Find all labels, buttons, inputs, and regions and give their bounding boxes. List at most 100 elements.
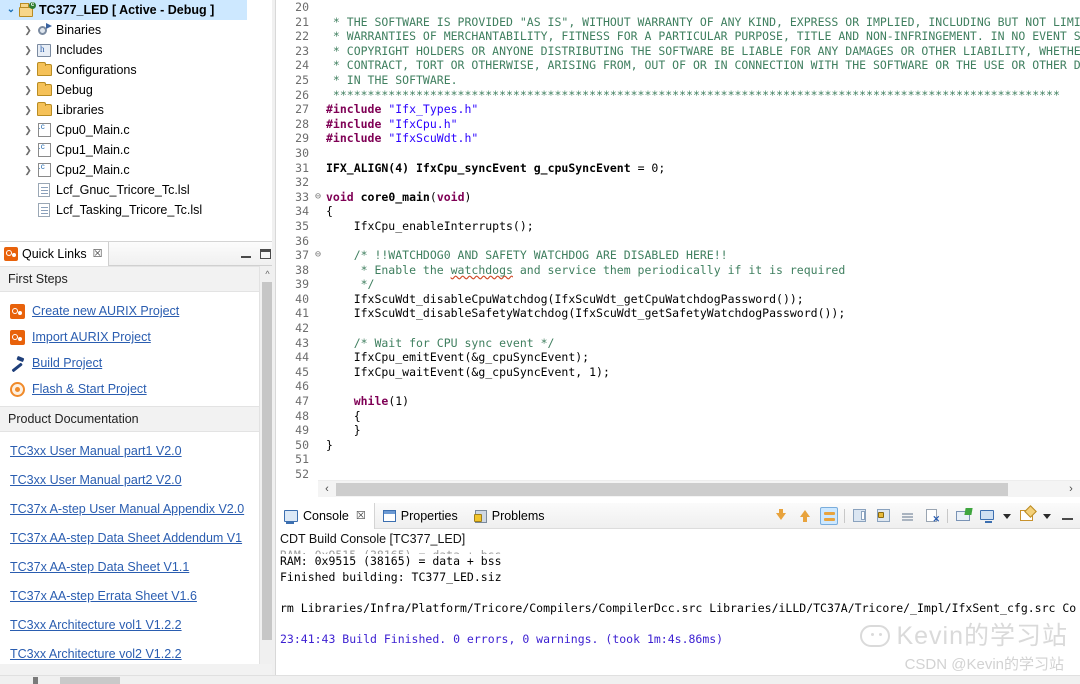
display-selected-console-dropdown[interactable] bbox=[1002, 507, 1012, 525]
project-explorer-tree[interactable]: ⌄ c TC377_LED [ Active - Debug ] ❯ Binaries ❯… bbox=[0, 0, 272, 240]
chevron-right-icon[interactable]: ❯ bbox=[21, 140, 35, 160]
chevron-right-icon[interactable]: ❯ bbox=[21, 80, 35, 100]
quick-link[interactable]: Flash & Start Project bbox=[32, 382, 147, 396]
code-line: 31 IFX_ALIGN(4) IfxCpu_syncEvent g_cpuSyn… bbox=[276, 160, 1080, 176]
quick-link[interactable]: TC37x AA-step Data Sheet Addendum V1 bbox=[10, 531, 242, 545]
fold-icon[interactable]: ⊖ bbox=[312, 248, 324, 263]
chevron-down-icon[interactable]: ⌄ bbox=[4, 0, 18, 20]
list-item[interactable]: Create new AURIX Project bbox=[10, 298, 275, 324]
line-number: 22 bbox=[276, 29, 312, 44]
code-line: 26 *************************************… bbox=[276, 87, 1080, 103]
minimize-icon[interactable] bbox=[241, 250, 251, 258]
maximize-icon[interactable] bbox=[260, 249, 271, 259]
scroll-up-button[interactable] bbox=[796, 507, 814, 525]
chevron-right-icon[interactable]: ❯ bbox=[21, 60, 35, 80]
list-item[interactable]: TC37x A-step User Manual Appendix V2.0 bbox=[10, 494, 275, 523]
code-text: { bbox=[326, 204, 333, 219]
list-item[interactable]: Flash & Start Project bbox=[10, 376, 275, 402]
code-line: 32 bbox=[276, 175, 1080, 190]
editor-horizontal-scrollbar[interactable]: ‹ › bbox=[318, 480, 1080, 497]
code-line: 25 * IN THE SOFTWARE. bbox=[276, 72, 1080, 88]
list-item[interactable]: TC3xx User Manual part1 V2.0 bbox=[10, 436, 275, 465]
status-bar bbox=[0, 675, 1080, 684]
section-items: TC3xx User Manual part1 V2.0 TC3xx User M… bbox=[0, 432, 275, 664]
folder-icon bbox=[36, 102, 52, 116]
quick-link[interactable]: TC37x AA-step Data Sheet V1.1 bbox=[10, 560, 189, 574]
list-item[interactable]: Import AURIX Project bbox=[10, 324, 275, 350]
display-selected-console-button[interactable] bbox=[978, 507, 996, 525]
quick-link[interactable]: Import AURIX Project bbox=[32, 330, 151, 344]
list-item[interactable]: TC3xx Architecture vol1 V1.2.2 bbox=[10, 610, 275, 639]
wrap-lines-button[interactable] bbox=[899, 507, 917, 525]
fold-icon[interactable]: ⊖ bbox=[312, 190, 324, 205]
code-text: IfxCpu_waitEvent(&g_cpuSyncEvent, 1); bbox=[326, 364, 610, 379]
chevron-right-icon[interactable]: ❯ bbox=[21, 100, 35, 120]
tab-label: Properties bbox=[400, 508, 458, 523]
tree-item-label: Lcf_Gnuc_Tricore_Tc.lsl bbox=[56, 183, 190, 197]
console-output[interactable]: RAM: 0x9515 (38165) = data + bssRAM: 0x9… bbox=[276, 548, 1080, 684]
section-header-product-documentation[interactable]: Product Documentation« bbox=[0, 406, 275, 432]
quick-link[interactable]: TC3xx Architecture vol2 V1.2.2 bbox=[10, 647, 182, 661]
chevron-right-icon[interactable]: ❯ bbox=[21, 120, 35, 140]
tree-item-debug[interactable]: ❯ Debug bbox=[0, 80, 272, 100]
quick-link[interactable]: TC3xx User Manual part1 V2.0 bbox=[10, 444, 182, 458]
tree-item-libraries[interactable]: ❯ Libraries bbox=[0, 100, 272, 120]
chevron-right-icon[interactable]: ❯ bbox=[21, 40, 35, 60]
chevron-right-icon[interactable]: ❯ bbox=[21, 160, 35, 180]
open-console-dropdown[interactable] bbox=[1042, 507, 1052, 525]
tree-item-binaries[interactable]: ❯ Binaries bbox=[0, 20, 272, 40]
scroll-right-icon[interactable]: › bbox=[1062, 483, 1080, 495]
clear-console-button[interactable]: ✕ bbox=[923, 507, 941, 525]
code-text: * IN THE SOFTWARE. bbox=[326, 72, 458, 87]
tree-item-tc377_led[interactable]: ⌄ c TC377_LED [ Active - Debug ] bbox=[0, 0, 247, 20]
section-header-first-steps[interactable]: First Steps« bbox=[0, 266, 275, 292]
list-item[interactable]: TC3xx Architecture vol2 V1.2.2 bbox=[10, 639, 275, 664]
line-number: 30 bbox=[276, 145, 312, 161]
quick-link[interactable]: TC3xx User Manual part2 V2.0 bbox=[10, 473, 182, 487]
code-area[interactable]: 20 21 * THE SOFTWARE IS PROVIDED "AS IS",… bbox=[276, 0, 1080, 480]
tab-quick-links[interactable]: Quick Links ☒ bbox=[0, 241, 110, 266]
chevron-right-icon[interactable]: ❯ bbox=[21, 20, 35, 40]
list-item[interactable]: TC37x AA-step Data Sheet Addendum V1 bbox=[10, 523, 275, 552]
code-text: void core0_main(void) bbox=[326, 189, 472, 204]
pin-console-button[interactable] bbox=[851, 507, 869, 525]
scroll-left-icon[interactable]: ‹ bbox=[318, 483, 336, 495]
lock-console-button[interactable] bbox=[875, 507, 893, 525]
line-number: 38 bbox=[276, 262, 312, 278]
tab-problems[interactable]: Problems bbox=[466, 503, 553, 529]
list-item[interactable]: TC37x AA-step Errata Sheet V1.6 bbox=[10, 581, 275, 610]
list-item[interactable]: TC3xx User Manual part2 V2.0 bbox=[10, 465, 275, 494]
tree-item-lcf_tasking_tricore_tc[interactable]: Lcf_Tasking_Tricore_Tc.lsl bbox=[0, 200, 272, 220]
quick-link[interactable]: Build Project bbox=[32, 356, 102, 370]
tree-item-includes[interactable]: ❯ Includes bbox=[0, 40, 272, 60]
quick-link[interactable]: TC37x AA-step Errata Sheet V1.6 bbox=[10, 589, 197, 603]
list-item[interactable]: Build Project bbox=[10, 350, 275, 376]
code-editor[interactable]: 20 21 * THE SOFTWARE IS PROVIDED "AS IS",… bbox=[276, 0, 1080, 497]
scrollbar-thumb[interactable] bbox=[336, 482, 1008, 496]
tree-item-lcf_gnuc_tricore_tc[interactable]: Lcf_Gnuc_Tricore_Tc.lsl bbox=[0, 180, 272, 200]
minimize-console-button[interactable] bbox=[1058, 507, 1076, 525]
tree-item-label: TC377_LED [ Active - Debug ] bbox=[39, 3, 215, 17]
tree-item-cpu2_main[interactable]: ❯ Cpu2_Main.c bbox=[0, 160, 272, 180]
tab-console[interactable]: Console ☒ bbox=[276, 502, 375, 529]
code-line: 27 #include "Ifx_Types.h" bbox=[276, 102, 1080, 117]
tree-item-configurations[interactable]: ❯ Configurations bbox=[0, 60, 272, 80]
close-icon[interactable]: ☒ bbox=[93, 247, 103, 260]
console-icon bbox=[284, 509, 298, 524]
tree-item-label: Binaries bbox=[56, 23, 102, 37]
scroll-down-button[interactable] bbox=[772, 507, 790, 525]
tree-item-cpu0_main[interactable]: ❯ Cpu0_Main.c bbox=[0, 120, 272, 140]
open-console-button[interactable] bbox=[1018, 507, 1036, 525]
quick-link[interactable]: TC3xx Architecture vol1 V1.2.2 bbox=[10, 618, 182, 632]
close-icon[interactable]: ☒ bbox=[356, 509, 366, 522]
show-console-on-output-button[interactable] bbox=[954, 507, 973, 525]
minimize-icon bbox=[1061, 512, 1073, 520]
tree-item-label: Cpu0_Main.c bbox=[56, 123, 130, 137]
scroll-lock-button[interactable] bbox=[820, 507, 838, 525]
tab-properties[interactable]: Properties bbox=[375, 503, 466, 529]
quick-link[interactable]: TC37x A-step User Manual Appendix V2.0 bbox=[10, 502, 244, 516]
tree-item-cpu1_main[interactable]: ❯ Cpu1_Main.c bbox=[0, 140, 272, 160]
list-item[interactable]: TC37x AA-step Data Sheet V1.1 bbox=[10, 552, 275, 581]
quick-link[interactable]: Create new AURIX Project bbox=[32, 304, 179, 318]
hammer-icon bbox=[10, 356, 25, 371]
